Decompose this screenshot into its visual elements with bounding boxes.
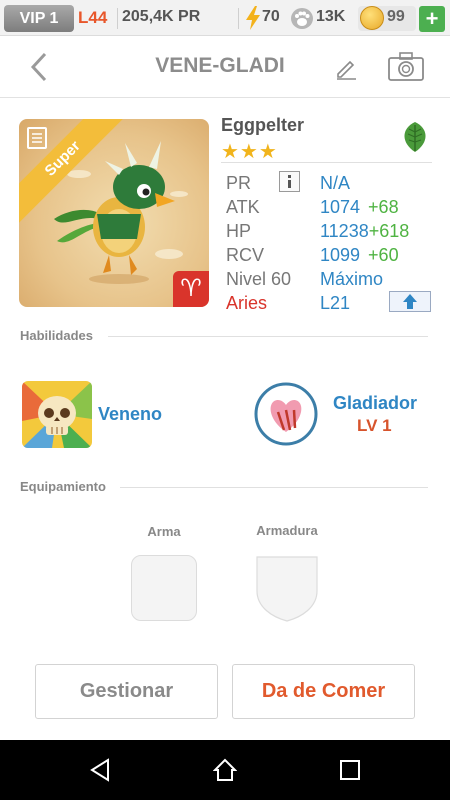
pet-detail-screen: VIP 1 L44 205,4K PR 70 13K 99 + VENE-GLA… [0, 0, 450, 800]
stat-label-pr: PR [226, 173, 252, 193]
upgrade-sign-button[interactable] [389, 291, 431, 312]
add-gems-button[interactable]: + [419, 6, 445, 32]
weapon-label: Arma [147, 524, 181, 539]
pencil-icon[interactable] [334, 56, 358, 80]
stat-bonus-hp: +618 [368, 221, 410, 241]
divider [117, 8, 118, 29]
skull-icon [22, 381, 92, 448]
stat-value-rcv: 1099 +60 [320, 245, 399, 265]
divider [108, 336, 428, 337]
arrow-up-icon [403, 294, 417, 309]
player-pr: 205,4K PR [122, 8, 201, 25]
stat-value-atk: 1074 +68 [320, 197, 399, 217]
weapon-slot[interactable] [131, 555, 197, 621]
star-rating: ★★★ [221, 141, 278, 163]
heart-claw-icon[interactable] [254, 382, 318, 446]
stat-bonus-atk: +68 [368, 197, 399, 217]
stat-value-sign: L21 [320, 293, 351, 313]
system-nav-bar [0, 740, 450, 800]
stat-value-hp: 11238+618 [320, 221, 410, 241]
feed-button[interactable]: Da de Comer [232, 664, 415, 719]
leaf-icon [404, 122, 426, 152]
stat-label-sign: Aries [226, 293, 268, 313]
nav-home-icon[interactable] [213, 758, 237, 782]
notebook-icon[interactable] [27, 127, 47, 149]
poison-ability-icon[interactable] [22, 381, 92, 448]
info-icon[interactable] [279, 171, 300, 192]
coin-icon [360, 6, 384, 30]
equipment-heading: Equipamiento [20, 479, 106, 494]
status-bar: VIP 1 L44 205,4K PR 70 13K 99 + [0, 0, 450, 36]
armor-slot[interactable] [254, 553, 320, 623]
camera-icon[interactable] [387, 50, 425, 82]
ability-name-poison[interactable]: Veneno [98, 404, 162, 425]
ability-level: LV 1 [357, 416, 392, 435]
gems-count: 99 [387, 8, 405, 25]
stat-label-hp: HP [226, 221, 252, 241]
stat-label-atk: ATK [226, 197, 260, 217]
nav-back-icon[interactable] [88, 758, 112, 782]
divider [221, 162, 432, 163]
pet-species-name: Eggpelter [221, 115, 305, 135]
back-arrow-icon[interactable] [26, 50, 52, 84]
divider [120, 487, 428, 488]
nav-recents-icon[interactable] [338, 758, 362, 782]
abilities-heading: Habilidades [20, 328, 93, 343]
divider [238, 8, 239, 29]
armor-label: Armadura [256, 523, 318, 538]
player-level: L44 [78, 8, 108, 27]
stat-bonus-rcv: +60 [368, 245, 399, 265]
lightning-icon [246, 6, 260, 30]
title-bar: VENE-GLADI [0, 36, 450, 98]
vip-badge[interactable]: VIP 1 [4, 5, 74, 32]
energy-count: 70 [262, 8, 280, 25]
stat-label-level: Nivel 60 [226, 269, 292, 289]
manage-button[interactable]: Gestionar [35, 664, 218, 719]
paw-icon [291, 8, 313, 29]
stat-value-level: Máximo [320, 269, 384, 289]
food-count: 13K [316, 8, 346, 25]
aries-sign-icon: ♈ [173, 271, 209, 307]
page-title: VENE-GLADI [155, 54, 285, 77]
stat-value-pr: N/A [320, 173, 351, 193]
stat-label-rcv: RCV [226, 245, 265, 265]
ability-name-gladiator[interactable]: Gladiador [333, 393, 417, 414]
